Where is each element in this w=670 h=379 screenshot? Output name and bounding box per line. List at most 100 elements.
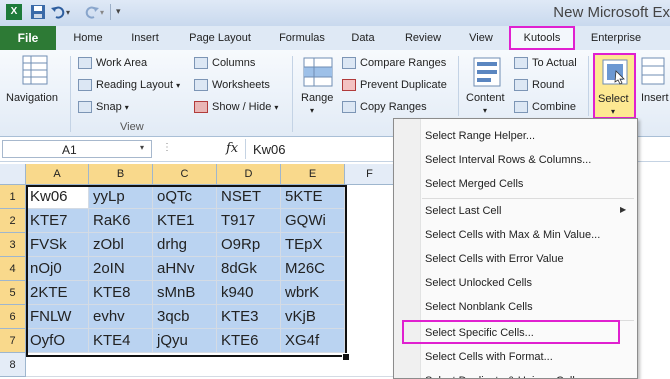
grid-cell[interactable]: M26C: [281, 257, 345, 281]
grid-cell[interactable]: drhg: [153, 233, 217, 257]
tab-view[interactable]: View: [460, 26, 502, 50]
combine-button[interactable]: Combine: [514, 101, 576, 114]
content-button[interactable]: Content: [466, 92, 505, 104]
grid-cell[interactable]: OyfO: [26, 329, 89, 353]
range-icon[interactable]: [303, 57, 333, 87]
menu-item-select-nonblank-cells[interactable]: Select Nonblank Cells: [394, 295, 637, 319]
grid-cell[interactable]: XG4f: [281, 329, 345, 353]
row-header[interactable]: 3: [0, 233, 26, 257]
grid-cell[interactable]: FVSk: [26, 233, 89, 257]
round-button[interactable]: Round: [514, 79, 564, 92]
grid-cell[interactable]: oQTc: [153, 185, 217, 209]
tab-page-layout[interactable]: Page Layout: [180, 26, 260, 50]
grid-cell[interactable]: sMnB: [153, 281, 217, 305]
show-hide-button[interactable]: Show / Hide ▾: [194, 101, 278, 114]
grid-cell[interactable]: KTE8: [89, 281, 153, 305]
tab-kutools[interactable]: Kutools: [509, 26, 575, 50]
prevent-duplicate-button[interactable]: Prevent Duplicate: [342, 79, 447, 92]
grid-cell[interactable]: aHNv: [153, 257, 217, 281]
content-icon[interactable]: [473, 57, 501, 87]
column-header[interactable]: F: [345, 164, 395, 185]
menu-item-select-error-value[interactable]: Select Cells with Error Value: [394, 247, 637, 271]
select-button[interactable]: Select ▾: [593, 53, 636, 119]
row-header[interactable]: 5: [0, 281, 26, 305]
menu-item-select-cells-with-format[interactable]: Select Cells with Format...: [394, 345, 637, 369]
tab-enterprise[interactable]: Enterprise: [582, 26, 650, 50]
row-header[interactable]: 6: [0, 305, 26, 329]
undo-icon[interactable]: [50, 4, 66, 20]
row-header[interactable]: 7: [0, 329, 26, 353]
grid-empty-column[interactable]: [345, 185, 395, 353]
grid-cell[interactable]: KTE6: [217, 329, 281, 353]
snap-button[interactable]: Snap ▾: [78, 101, 129, 114]
navigation-icon[interactable]: [22, 55, 48, 85]
grid-cell[interactable]: Kw06: [26, 185, 89, 209]
row-header[interactable]: 8: [0, 353, 26, 377]
grid-cell[interactable]: O9Rp: [217, 233, 281, 257]
row-header[interactable]: 1: [0, 185, 26, 209]
formula-input[interactable]: Kw06: [253, 142, 286, 157]
redo-dropdown-icon[interactable]: ▾: [100, 8, 104, 17]
tab-insert[interactable]: Insert: [123, 26, 167, 50]
grid-cell[interactable]: 5KTE: [281, 185, 345, 209]
redo-icon[interactable]: [84, 4, 100, 20]
grid-cell[interactable]: nOj0: [26, 257, 89, 281]
tab-home[interactable]: Home: [66, 26, 110, 50]
grid-cell[interactable]: KTE1: [153, 209, 217, 233]
row-header[interactable]: 2: [0, 209, 26, 233]
insert-function-icon[interactable]: fx: [226, 141, 238, 156]
grid-cell[interactable]: NSET: [217, 185, 281, 209]
column-header[interactable]: A: [26, 164, 89, 185]
column-header[interactable]: D: [217, 164, 281, 185]
column-header[interactable]: E: [281, 164, 345, 185]
compare-ranges-button[interactable]: Compare Ranges: [342, 57, 446, 70]
tab-file[interactable]: File: [0, 26, 56, 50]
name-box-dropdown-icon[interactable]: ▾: [140, 143, 144, 152]
menu-item-select-max-min[interactable]: Select Cells with Max & Min Value...: [394, 223, 637, 247]
grid-cell[interactable]: KTE4: [89, 329, 153, 353]
grid-cell[interactable]: RaK6: [89, 209, 153, 233]
worksheets-button[interactable]: Worksheets: [194, 79, 270, 92]
tab-formulas[interactable]: Formulas: [272, 26, 332, 50]
grid-cell[interactable]: TEpX: [281, 233, 345, 257]
tab-review[interactable]: Review: [396, 26, 450, 50]
customize-qat-icon[interactable]: ▾: [116, 6, 121, 17]
grid-cell[interactable]: zObl: [89, 233, 153, 257]
row-header[interactable]: 4: [0, 257, 26, 281]
column-header[interactable]: C: [153, 164, 217, 185]
grid-empty-row[interactable]: [26, 353, 395, 377]
grid-cell[interactable]: FNLW: [26, 305, 89, 329]
menu-item-select-duplicate-unique[interactable]: Select Duplicate & Unique Cells...: [394, 369, 637, 378]
menu-item-select-range-helper[interactable]: Select Range Helper...: [394, 124, 637, 148]
menu-item-select-interval-rows-columns[interactable]: Select Interval Rows & Columns...: [394, 148, 637, 172]
name-box[interactable]: [2, 140, 152, 158]
tab-data[interactable]: Data: [340, 26, 386, 50]
grid-cell[interactable]: wbrK: [281, 281, 345, 305]
grid-cell[interactable]: 2KTE: [26, 281, 89, 305]
grid-cell[interactable]: 8dGk: [217, 257, 281, 281]
grid-cell[interactable]: T917: [217, 209, 281, 233]
navigation-button[interactable]: Navigation: [6, 92, 58, 104]
range-button[interactable]: Range: [301, 92, 333, 104]
grid-cell[interactable]: 2oIN: [89, 257, 153, 281]
grid-cell[interactable]: evhv: [89, 305, 153, 329]
grid-cell[interactable]: k940: [217, 281, 281, 305]
select-all-corner[interactable]: [0, 164, 26, 185]
copy-ranges-button[interactable]: Copy Ranges: [342, 101, 427, 114]
grid-cell[interactable]: GQWi: [281, 209, 345, 233]
grid-cell[interactable]: yyLp: [89, 185, 153, 209]
column-header[interactable]: B: [89, 164, 153, 185]
grid-cell[interactable]: jQyu: [153, 329, 217, 353]
undo-dropdown-icon[interactable]: ▾: [66, 8, 70, 17]
grid-cell[interactable]: KTE7: [26, 209, 89, 233]
to-actual-button[interactable]: To Actual: [514, 57, 577, 70]
grid-cell[interactable]: vKjB: [281, 305, 345, 329]
menu-item-select-merged-cells[interactable]: Select Merged Cells: [394, 172, 637, 196]
menu-item-select-unlocked-cells[interactable]: Select Unlocked Cells: [394, 271, 637, 295]
save-icon[interactable]: [30, 4, 46, 20]
insert-button[interactable]: Insert: [641, 92, 669, 104]
fill-handle[interactable]: [342, 353, 350, 361]
grid-cell[interactable]: KTE3: [217, 305, 281, 329]
grid-cell[interactable]: 3qcb: [153, 305, 217, 329]
reading-layout-button[interactable]: Reading Layout ▾: [78, 79, 180, 92]
